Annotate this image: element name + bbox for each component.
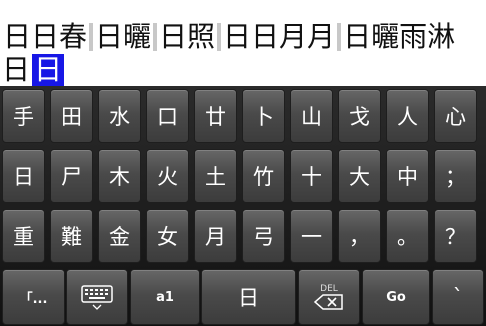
soft-keyboard: 手 田 水 口 廿 卜 山 戈 人 心 日 尸 木 火 土 竹 十 大 中 ； … [0,86,486,326]
key-3-2[interactable]: 難 [50,209,93,263]
key-1-2[interactable]: 田 [50,89,93,143]
key-3-8[interactable]: ， [338,209,381,263]
key-2-10[interactable]: ； [434,149,477,203]
key-2-8[interactable]: 大 [338,149,381,203]
key-2-4[interactable]: 火 [146,149,189,203]
key-1-1[interactable]: 手 [2,89,45,143]
key-3-5[interactable]: 月 [194,209,237,263]
candidate-5[interactable]: 日曬雨淋 [342,20,456,54]
go-key[interactable]: Go [362,269,430,325]
backtick-key[interactable]: ` [432,269,484,325]
symbol-mode-key[interactable]: a1 [130,269,200,325]
candidate-separator [153,23,158,51]
key-3-6[interactable]: 弓 [242,209,285,263]
key-3-1[interactable]: 重 [2,209,45,263]
key-3-7[interactable]: 一 [290,209,333,263]
key-1-6[interactable]: 卜 [242,89,285,143]
candidate-3[interactable]: 日照 [158,20,216,54]
candidate-bar: 日日春 日曬 日照 日日月月 日曬雨淋 [2,20,456,54]
key-3-4[interactable]: 女 [146,209,189,263]
key-1-5[interactable]: 廿 [194,89,237,143]
candidate-separator [217,23,222,51]
key-2-9[interactable]: 中 [386,149,429,203]
candidate-2[interactable]: 日曬 [94,20,152,54]
key-3-9[interactable]: 。 [386,209,429,263]
candidate-separator [89,23,94,51]
key-2-7[interactable]: 十 [290,149,333,203]
backspace-icon [314,294,344,310]
key-1-8[interactable]: 戈 [338,89,381,143]
input-text: 日 [2,53,31,86]
composing-selection: 日 [32,53,65,86]
key-1-3[interactable]: 水 [98,89,141,143]
key-2-6[interactable]: 竹 [242,149,285,203]
delete-key-label: DEL [320,284,338,294]
key-3-10[interactable]: ？ [434,209,477,263]
key-1-10[interactable]: 心 [434,89,477,143]
keyboard-icon [80,284,114,310]
candidate-1[interactable]: 日日春 [2,20,88,54]
key-2-2[interactable]: 尸 [50,149,93,203]
delete-key[interactable]: DEL [298,269,360,325]
key-1-4[interactable]: 口 [146,89,189,143]
composing-area: 日日春 日曬 日照 日日月月 日曬雨淋 日 日 [0,0,486,86]
candidate-separator [337,23,342,51]
key-3-3[interactable]: 金 [98,209,141,263]
key-1-9[interactable]: 人 [386,89,429,143]
key-2-3[interactable]: 木 [98,149,141,203]
space-key[interactable]: 日 [201,269,296,325]
key-2-5[interactable]: 土 [194,149,237,203]
key-1-7[interactable]: 山 [290,89,333,143]
keyboard-settings-key[interactable] [66,269,128,325]
punctuation-key[interactable]: 「... [2,269,65,325]
key-2-1[interactable]: 日 [2,149,45,203]
text-input[interactable]: 日 日 [2,53,65,86]
candidate-4[interactable]: 日日月月 [222,20,336,54]
